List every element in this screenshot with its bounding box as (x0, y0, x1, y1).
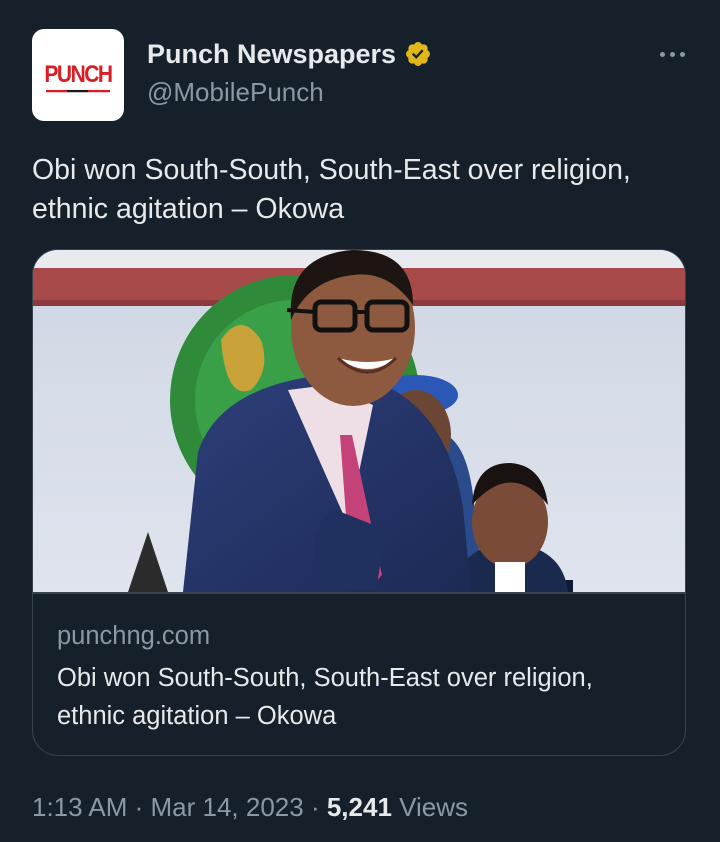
tweet-date[interactable]: Mar 14, 2023 (151, 792, 304, 822)
meta-separator: · (127, 792, 151, 822)
views-count[interactable]: 5,241 (327, 792, 392, 822)
card-domain: punchng.com (57, 622, 211, 650)
card-title: Obi won South-South, South-East over rel… (57, 664, 593, 730)
tweet-meta: 1:13 AM · Mar 14, 2023 · 5,241 Views (32, 790, 468, 824)
tweet-text: Obi won South-South, South-East over rel… (32, 154, 631, 225)
link-card[interactable]: punchng.com Obi won South-South, South-E… (32, 249, 686, 756)
verified-badge-icon (406, 42, 431, 66)
card-divider (33, 592, 685, 594)
avatar[interactable]: PUNCH (32, 29, 124, 121)
punch-logo: PUNCH (44, 61, 113, 93)
author-handle[interactable]: @MobilePunch (147, 76, 324, 108)
author-name[interactable]: Punch Newspapers (147, 38, 432, 70)
tweet-time[interactable]: 1:13 AM (32, 792, 127, 822)
card-image (33, 250, 685, 592)
meta-separator: · (303, 792, 327, 822)
more-options-icon[interactable] (652, 40, 692, 68)
author-display-name: Punch Newspapers (147, 39, 397, 69)
views-label: Views (391, 792, 469, 822)
